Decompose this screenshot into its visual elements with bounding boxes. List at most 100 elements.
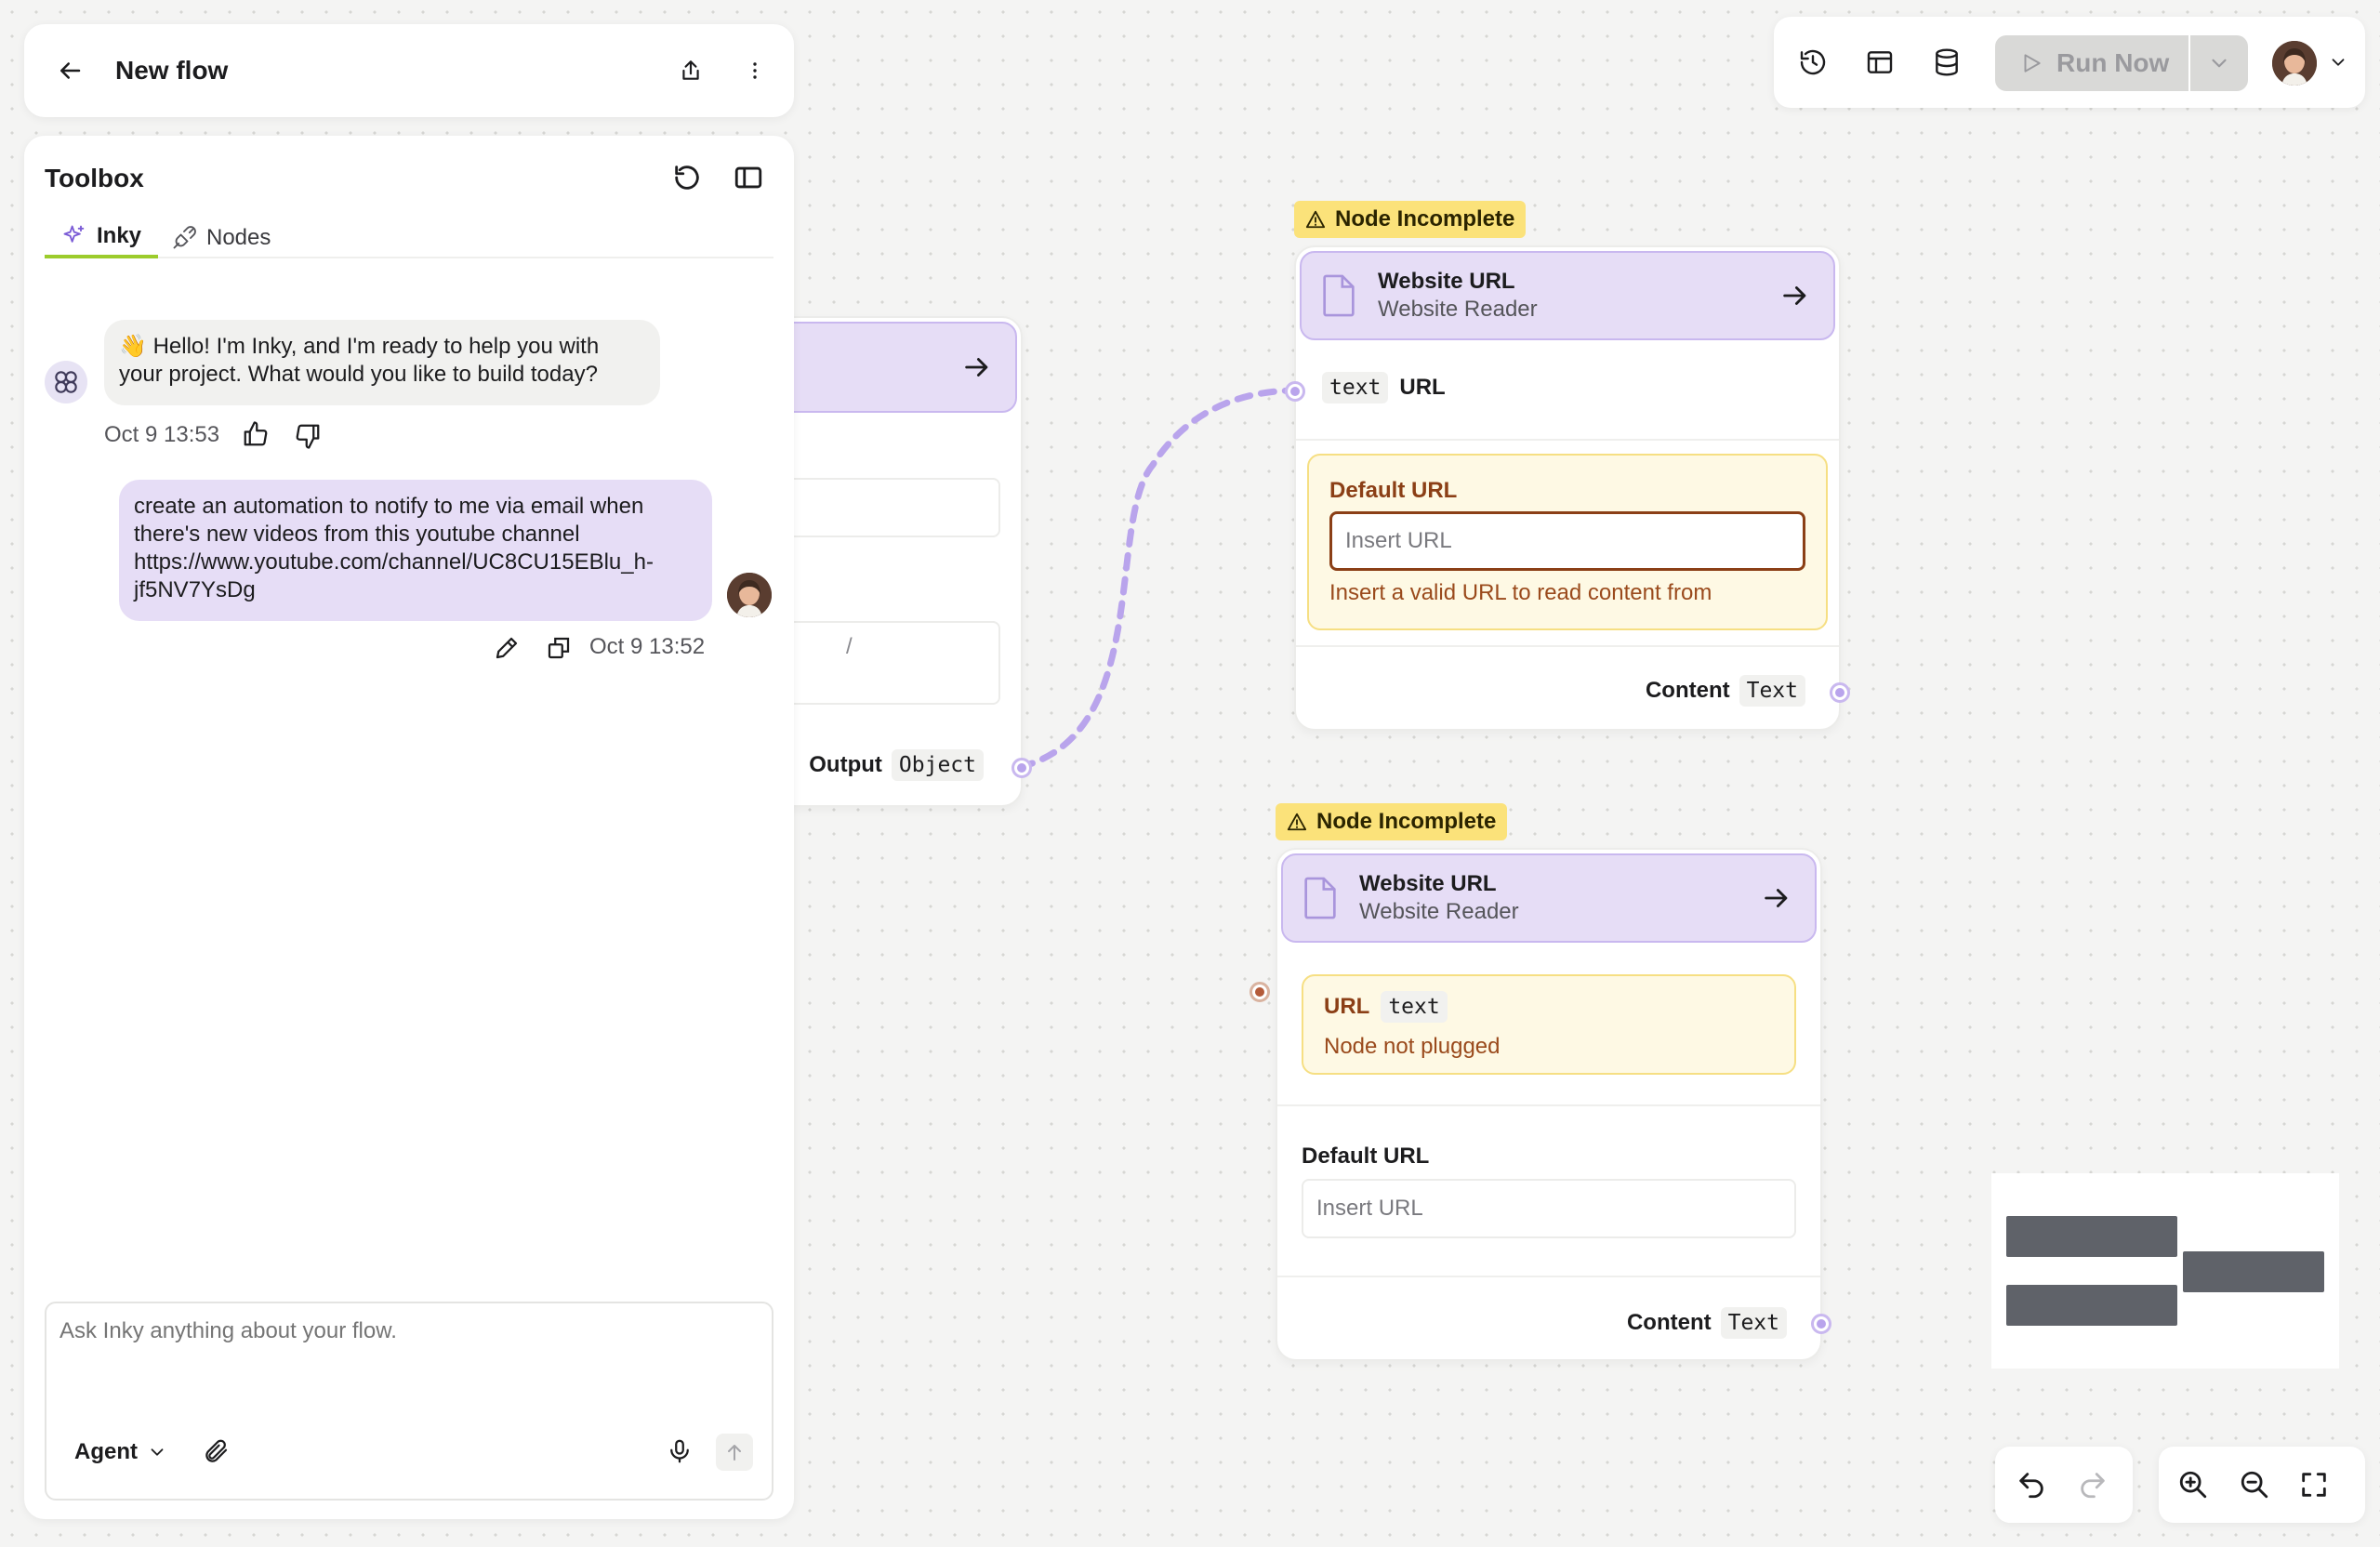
chevron-down-icon[interactable] bbox=[2328, 52, 2348, 73]
document-icon bbox=[1304, 877, 1336, 919]
not-plugged-message: Node not plugged bbox=[1324, 1034, 1501, 1059]
composer: Agent bbox=[45, 1302, 774, 1501]
tab-nodes-label: Nodes bbox=[206, 225, 271, 250]
content-output-port[interactable] bbox=[1811, 1314, 1831, 1334]
node-subtitle: Website Reader bbox=[1359, 899, 1519, 924]
inky-avatar bbox=[45, 361, 87, 403]
content-output-port[interactable] bbox=[1830, 682, 1850, 703]
url-input-label: URL bbox=[1324, 994, 1370, 1019]
paperclip-icon[interactable] bbox=[203, 1437, 231, 1465]
output-label: Output bbox=[809, 752, 882, 777]
chevron-down-icon bbox=[151, 1448, 164, 1456]
zoom-controls bbox=[2159, 1447, 2365, 1523]
assistant-message-text: Hello! I'm Inky, and I'm ready to help y… bbox=[119, 334, 600, 387]
play-icon bbox=[2024, 54, 2041, 73]
run-options-dropdown[interactable] bbox=[2190, 35, 2248, 91]
chevron-down-icon bbox=[2212, 59, 2227, 68]
minimap-node bbox=[2006, 1285, 2177, 1326]
user-avatar bbox=[727, 573, 772, 617]
output-type-chip: Object bbox=[891, 749, 984, 781]
thumbs-up-icon[interactable] bbox=[242, 420, 270, 448]
profile-avatar[interactable] bbox=[2272, 41, 2317, 86]
node-subtitle: Website Reader bbox=[1378, 297, 1538, 322]
undo-icon[interactable] bbox=[2016, 1469, 2047, 1501]
tab-nodes[interactable]: Nodes bbox=[171, 218, 271, 258]
input-label: URL bbox=[1399, 375, 1446, 400]
flow-header: New flow bbox=[24, 24, 794, 117]
user-timestamp: Oct 9 13:52 bbox=[589, 634, 706, 659]
reset-icon[interactable] bbox=[671, 162, 703, 193]
history-icon[interactable] bbox=[1798, 47, 1828, 77]
layout-icon[interactable] bbox=[1865, 47, 1895, 77]
default-url-error-box: Default URL Insert URL Insert a valid UR… bbox=[1307, 454, 1828, 630]
divider bbox=[1277, 1104, 1820, 1106]
inky-logo-icon bbox=[55, 371, 77, 393]
minimap-node bbox=[2183, 1251, 2324, 1292]
plug-icon bbox=[173, 226, 196, 249]
badge-label: Node Incomplete bbox=[1335, 206, 1515, 231]
user-message: create an automation to notify to me via… bbox=[119, 480, 712, 621]
flow-title[interactable]: New flow bbox=[115, 56, 679, 86]
content-type-chip: Text bbox=[1720, 1307, 1787, 1339]
more-vertical-icon[interactable] bbox=[744, 60, 766, 82]
warning-icon bbox=[1305, 210, 1326, 229]
website-url-node-1[interactable]: Website URL Website Reader text URL Defa… bbox=[1285, 245, 1850, 731]
agent-mode-label: Agent bbox=[74, 1439, 138, 1464]
arrow-right-icon[interactable] bbox=[1779, 280, 1811, 311]
input-type-chip: text bbox=[1322, 372, 1389, 403]
content-type-chip: Text bbox=[1739, 675, 1805, 707]
partial-node-header[interactable] bbox=[764, 322, 1017, 413]
run-now-button[interactable]: Run Now bbox=[1995, 35, 2188, 91]
sidebar-toggle-icon[interactable] bbox=[733, 162, 764, 193]
node-title: Website URL bbox=[1359, 871, 1497, 896]
output-port[interactable] bbox=[1012, 758, 1032, 778]
run-now-label: Run Now bbox=[2056, 48, 2170, 77]
zoom-out-icon[interactable] bbox=[2239, 1469, 2270, 1501]
website-url-node-2[interactable]: Website URL Website Reader URL text Node… bbox=[1250, 848, 1831, 1361]
share-icon[interactable] bbox=[679, 59, 703, 83]
input-port[interactable] bbox=[1250, 982, 1270, 1002]
badge-label: Node Incomplete bbox=[1316, 809, 1497, 834]
partial-node-input-fragment: / bbox=[846, 634, 853, 659]
edge-output-to-url bbox=[1016, 387, 1301, 771]
toolbox-panel: Toolbox Inky Nodes 👋 Hello! I'm Inky, an… bbox=[24, 136, 794, 1519]
minimap-node bbox=[2006, 1216, 2177, 1257]
wave-emoji: 👋 bbox=[119, 334, 147, 359]
ask-inky-input[interactable] bbox=[60, 1318, 757, 1402]
url-type-chip: text bbox=[1381, 991, 1448, 1023]
default-url-input[interactable]: Insert URL bbox=[1329, 511, 1805, 571]
content-label: Content bbox=[1626, 1310, 1712, 1335]
copy-icon[interactable] bbox=[545, 634, 573, 662]
fit-view-icon[interactable] bbox=[2298, 1469, 2330, 1501]
node-incomplete-badge: Node Incomplete bbox=[1294, 201, 1527, 238]
redo-icon[interactable] bbox=[2077, 1469, 2109, 1501]
input-port[interactable] bbox=[1285, 381, 1305, 402]
toolbox-tabs: Inky Nodes bbox=[45, 218, 774, 258]
default-url-label: Default URL bbox=[1329, 478, 1458, 503]
partial-node-textarea[interactable]: / bbox=[764, 621, 1000, 705]
arrow-right-icon[interactable] bbox=[961, 351, 993, 383]
default-url-label: Default URL bbox=[1302, 1144, 1430, 1169]
default-url-input[interactable]: Insert URL bbox=[1302, 1179, 1796, 1238]
document-icon bbox=[1323, 274, 1355, 317]
minimap[interactable] bbox=[1991, 1173, 2339, 1368]
node-incomplete-badge: Node Incomplete bbox=[1276, 803, 1508, 840]
arrow-right-icon[interactable] bbox=[1761, 882, 1792, 914]
thumbs-down-icon[interactable] bbox=[294, 422, 322, 450]
node-header[interactable]: Website URL Website Reader bbox=[1281, 853, 1817, 943]
assistant-message: 👋 Hello! I'm Inky, and I'm ready to help… bbox=[104, 320, 660, 405]
tab-inky[interactable]: Inky bbox=[45, 218, 158, 258]
zoom-in-icon[interactable] bbox=[2177, 1469, 2209, 1501]
agent-mode-dropdown[interactable]: Agent bbox=[74, 1439, 167, 1465]
tab-inky-label: Inky bbox=[96, 223, 142, 248]
toolbox-title: Toolbox bbox=[45, 164, 144, 192]
assistant-timestamp: Oct 9 13:53 bbox=[104, 422, 220, 447]
database-icon[interactable] bbox=[1932, 47, 1962, 77]
send-button[interactable] bbox=[716, 1434, 753, 1471]
edit-pencil-icon[interactable] bbox=[493, 634, 521, 662]
content-label: Content bbox=[1645, 678, 1730, 703]
back-arrow-icon[interactable] bbox=[56, 57, 84, 85]
microphone-icon[interactable] bbox=[666, 1437, 694, 1465]
node-header[interactable]: Website URL Website Reader bbox=[1300, 251, 1835, 340]
partial-node-input[interactable] bbox=[764, 478, 1000, 537]
